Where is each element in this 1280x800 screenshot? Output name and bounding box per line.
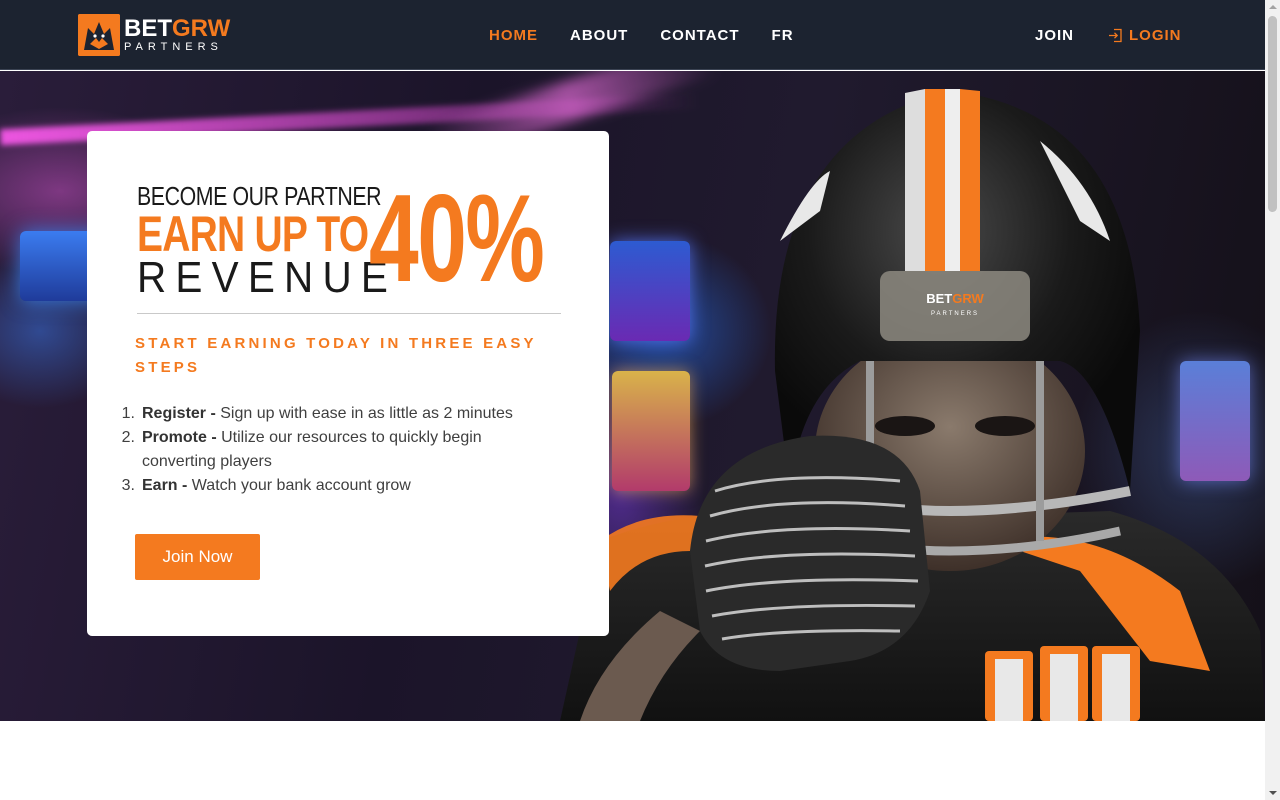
- login-label: LOGIN: [1129, 27, 1182, 44]
- nav-language-fr[interactable]: FR: [772, 27, 794, 44]
- scrollbar-thumb[interactable]: [1268, 16, 1277, 212]
- auth-links: JOIN LOGIN: [1035, 27, 1182, 44]
- scroll-up-arrow-icon[interactable]: [1265, 0, 1280, 14]
- nav-about[interactable]: ABOUT: [570, 27, 628, 44]
- logo-wordmark: BETGRW PARTNERS: [124, 17, 230, 53]
- steps-list: 1. Register - Sign up with ease in as li…: [115, 402, 555, 498]
- step-item: 1. Register - Sign up with ease in as li…: [115, 402, 555, 426]
- login-link[interactable]: LOGIN: [1108, 27, 1182, 44]
- headline-divider: [137, 313, 561, 314]
- headline-line-3: REVENUE: [137, 253, 398, 302]
- join-link[interactable]: JOIN: [1035, 27, 1074, 44]
- steps-heading: START EARNING TODAY IN THREE EASY STEPS: [135, 335, 537, 376]
- site-logo[interactable]: BETGRW PARTNERS: [78, 14, 230, 56]
- step-text: Watch your bank account grow: [187, 477, 411, 494]
- step-title: Earn -: [142, 477, 188, 494]
- logo-brand-sub: PARTNERS: [124, 41, 223, 53]
- helmet-logo-sub: PARTNERS: [931, 311, 979, 317]
- svg-text:BETGRW: BETGRW: [926, 291, 984, 306]
- logo-brand-main: BET: [124, 15, 172, 42]
- partner-promo-card: BECOME OUR PARTNER EARN UP TO REVENUE 40…: [87, 131, 609, 636]
- step-number: 1.: [121, 405, 135, 422]
- promo-headline: BECOME OUR PARTNER EARN UP TO REVENUE 40…: [137, 170, 563, 314]
- join-now-button[interactable]: Join Now: [135, 534, 260, 580]
- step-number: 2.: [121, 429, 135, 446]
- login-icon: [1109, 28, 1122, 43]
- step-number: 3.: [121, 477, 135, 494]
- main-nav: HOME ABOUT CONTACT FR: [489, 27, 826, 44]
- headline-percentage: 40%: [369, 170, 545, 308]
- wolf-logo-icon: [78, 14, 120, 56]
- nav-home[interactable]: HOME: [489, 27, 538, 44]
- scroll-down-arrow-icon[interactable]: [1265, 786, 1280, 800]
- site-header: BETGRW PARTNERS HOME ABOUT CONTACT FR JO…: [0, 0, 1265, 70]
- step-title: Register -: [142, 405, 216, 422]
- hero-banner: BETGRW PARTNERS BECOME OUR PARTNER EARN …: [0, 71, 1265, 721]
- nav-contact[interactable]: CONTACT: [660, 27, 739, 44]
- step-item: 3. Earn - Watch your bank account grow: [115, 474, 555, 498]
- step-item: 2. Promote - Utilize our resources to qu…: [115, 426, 555, 474]
- helmet-logo-main: BET: [926, 291, 952, 306]
- logo-brand-accent: GRW: [172, 15, 231, 42]
- step-title: Promote -: [142, 429, 217, 446]
- page-scrollbar[interactable]: [1265, 0, 1280, 800]
- helmet-logo-accent: GRW: [952, 291, 984, 306]
- step-text: Sign up with ease in as little as 2 minu…: [215, 405, 513, 422]
